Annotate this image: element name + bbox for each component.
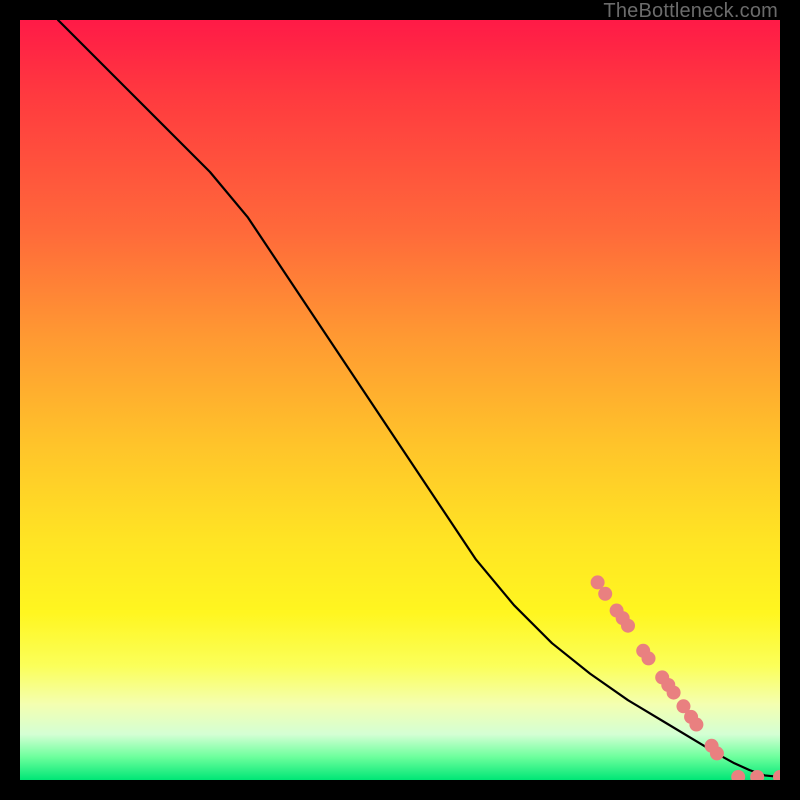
chart-frame: TheBottleneck.com [0, 0, 800, 800]
chart-svg [20, 20, 780, 780]
data-marker [621, 619, 635, 633]
curve-line [58, 20, 780, 777]
data-marker [667, 686, 681, 700]
data-marker [710, 746, 724, 760]
data-marker [731, 770, 745, 780]
data-marker [773, 770, 780, 780]
data-marker [598, 587, 612, 601]
plot-area [20, 20, 780, 780]
data-marker [689, 718, 703, 732]
data-marker [591, 575, 605, 589]
data-marker [642, 651, 656, 665]
